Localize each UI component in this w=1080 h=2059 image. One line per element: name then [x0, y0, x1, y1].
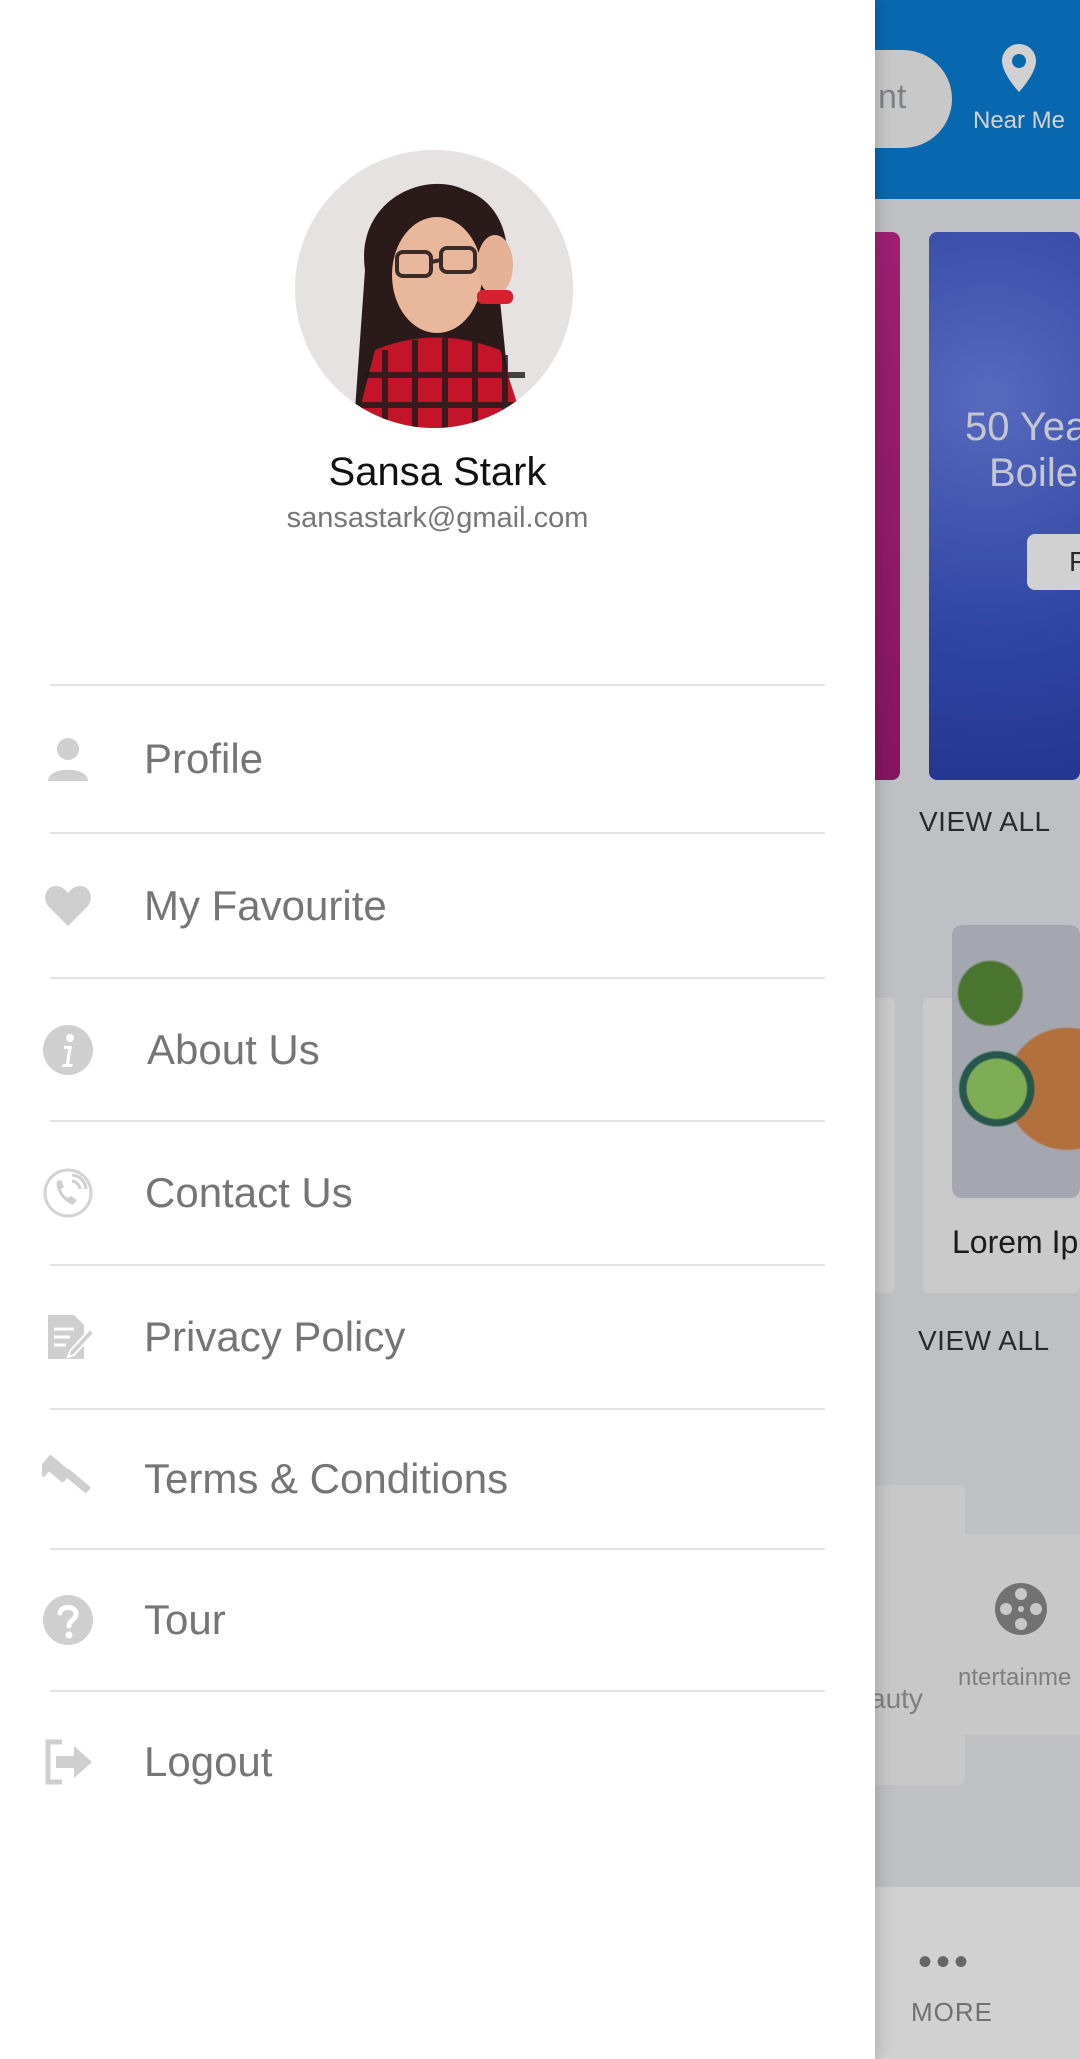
menu-item-tour[interactable]: Tour	[43, 1548, 825, 1690]
menu-item-label: Privacy Policy	[144, 1313, 406, 1360]
menu-item-privacy-policy[interactable]: Privacy Policy	[48, 1264, 825, 1408]
info-icon	[43, 1024, 93, 1075]
heart-icon	[45, 885, 91, 926]
menu-item-terms-conditions[interactable]: Terms & Conditions	[42, 1408, 825, 1548]
document-edit-icon	[48, 1315, 94, 1359]
menu-item-contact-us[interactable]: Contact Us	[43, 1120, 825, 1264]
menu-item-about-us[interactable]: About Us	[43, 977, 825, 1120]
menu-item-label: Tour	[144, 1596, 226, 1643]
avatar-image	[295, 150, 573, 428]
menu-item-logout[interactable]: Logout	[45, 1690, 825, 1832]
user-name: Sansa Stark	[328, 450, 547, 494]
menu-item-label: About Us	[147, 1025, 320, 1073]
menu-item-label: Logout	[144, 1738, 273, 1785]
drawer-menu: Profile My Favourite About Us Contact Us…	[0, 684, 875, 1832]
navigation-drawer: Sansa Stark sansastark@gmail.com Profile…	[0, 0, 875, 2059]
person-icon	[48, 738, 88, 781]
phone-icon	[43, 1168, 93, 1218]
menu-item-label: Profile	[144, 735, 264, 782]
user-email: sansastark@gmail.com	[286, 502, 589, 534]
gavel-icon	[42, 1455, 91, 1493]
menu-item-label: Contact Us	[145, 1169, 353, 1216]
menu-item-label: Terms & Conditions	[144, 1455, 509, 1502]
help-icon	[43, 1595, 93, 1645]
menu-item-label: My Favourite	[144, 881, 387, 929]
avatar[interactable]	[295, 150, 573, 428]
menu-item-profile[interactable]: Profile	[48, 684, 825, 832]
menu-item-my-favourite[interactable]: My Favourite	[45, 832, 825, 977]
logout-icon	[45, 1739, 92, 1785]
